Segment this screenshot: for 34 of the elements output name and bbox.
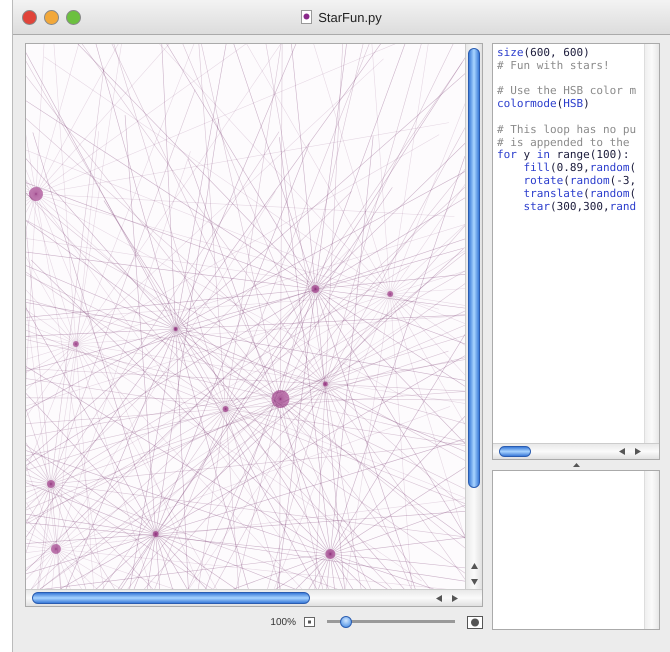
scroll-left-icon[interactable] bbox=[619, 448, 625, 455]
scroll-thumb[interactable] bbox=[499, 446, 531, 457]
close-button[interactable] bbox=[22, 10, 37, 24]
document-icon bbox=[301, 10, 312, 24]
scroll-thumb[interactable] bbox=[32, 592, 310, 604]
vertical-scrollbar[interactable] bbox=[644, 471, 659, 629]
scroll-left-icon[interactable] bbox=[436, 594, 442, 602]
code-line: # Use the HSB color m bbox=[497, 85, 636, 98]
zoom-out-icon[interactable] bbox=[304, 617, 315, 627]
code-line: for y in range(100): bbox=[497, 149, 630, 162]
scroll-thumb[interactable] bbox=[468, 48, 480, 488]
code-editor[interactable] bbox=[492, 43, 660, 460]
zoom-in-icon[interactable] bbox=[467, 616, 483, 628]
code-line: colormode(HSB) bbox=[497, 98, 590, 111]
code-line: star(300,300,rand bbox=[522, 200, 636, 214]
vertical-scrollbar[interactable] bbox=[465, 44, 482, 589]
window-title: StarFun.py bbox=[318, 10, 382, 24]
scroll-down-icon[interactable] bbox=[470, 579, 478, 585]
zoom-button[interactable] bbox=[66, 10, 81, 24]
code-line: # is appended to the bbox=[497, 136, 630, 150]
code-line: size(600, 600) bbox=[497, 47, 590, 60]
horizontal-scrollbar[interactable] bbox=[26, 589, 482, 606]
code-line: translate(random( bbox=[522, 188, 636, 201]
scroll-right-icon[interactable] bbox=[635, 448, 641, 455]
vertical-scrollbar[interactable] bbox=[644, 44, 659, 443]
code-line: fill(0.89,random( bbox=[522, 162, 636, 175]
code-line: rotate(random(-3, bbox=[522, 174, 636, 188]
scroll-up-icon[interactable] bbox=[470, 563, 478, 569]
zoom-percent: 100% bbox=[270, 616, 296, 628]
code-line: # Fun with stars! bbox=[497, 60, 610, 73]
splitter-handle-icon[interactable] bbox=[572, 463, 580, 467]
scroll-right-icon[interactable] bbox=[452, 594, 458, 602]
code-line: # This loop has no pu bbox=[497, 124, 636, 137]
minimize-button[interactable] bbox=[44, 10, 59, 24]
